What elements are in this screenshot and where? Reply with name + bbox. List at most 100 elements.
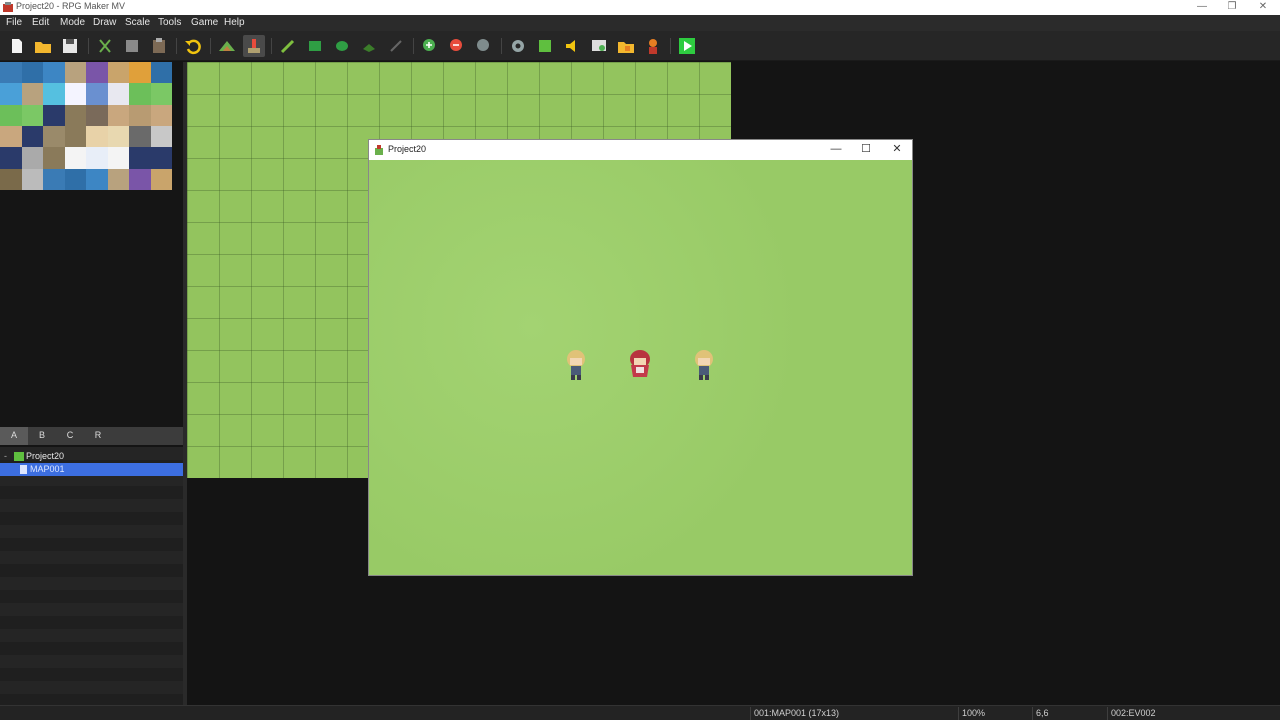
player-sprite[interactable] bbox=[628, 349, 652, 381]
undo-icon[interactable] bbox=[182, 35, 204, 57]
event-mode-icon[interactable] bbox=[243, 35, 265, 57]
tileset-tile[interactable] bbox=[21, 125, 43, 148]
resource-manager-icon[interactable] bbox=[615, 35, 637, 57]
tileset-tile[interactable] bbox=[21, 147, 43, 169]
menu-game[interactable]: Game bbox=[191, 17, 218, 28]
rectangle-icon[interactable] bbox=[304, 35, 326, 57]
tileset-tile[interactable] bbox=[43, 168, 65, 190]
tab-b[interactable]: B bbox=[28, 427, 56, 445]
collapse-icon[interactable]: - bbox=[4, 450, 7, 462]
menu-mode[interactable]: Mode bbox=[60, 17, 85, 28]
npc-sprite-right[interactable] bbox=[692, 349, 716, 381]
menu-draw[interactable]: Draw bbox=[93, 17, 116, 28]
minimize-button[interactable]: — bbox=[1187, 0, 1217, 15]
character-generator-icon[interactable] bbox=[642, 35, 664, 57]
game-viewport[interactable] bbox=[369, 160, 912, 575]
tileset-tile[interactable] bbox=[64, 168, 86, 190]
database-icon[interactable] bbox=[507, 35, 529, 57]
tileset-tile[interactable] bbox=[0, 147, 22, 169]
tileset-tile[interactable] bbox=[129, 125, 151, 148]
tileset-tile[interactable] bbox=[107, 83, 129, 105]
tileset-tile[interactable] bbox=[0, 125, 22, 148]
playtest-maximize-button[interactable]: ☐ bbox=[856, 143, 876, 157]
tileset-tile[interactable] bbox=[150, 83, 172, 105]
tab-c[interactable]: C bbox=[56, 427, 84, 445]
tileset-tile[interactable] bbox=[150, 62, 172, 84]
tileset-tile[interactable] bbox=[0, 83, 22, 105]
tab-r[interactable]: R bbox=[84, 427, 112, 445]
tab-a[interactable]: A bbox=[0, 427, 28, 445]
tileset-tile[interactable] bbox=[107, 168, 129, 190]
zoom-in-icon[interactable] bbox=[419, 35, 441, 57]
tileset-tile[interactable] bbox=[64, 104, 86, 126]
tileset-tile[interactable] bbox=[107, 125, 129, 148]
tileset-tile[interactable] bbox=[107, 62, 129, 84]
tileset-tile[interactable] bbox=[86, 62, 108, 84]
event-searcher-icon[interactable] bbox=[588, 35, 610, 57]
tileset-tile[interactable] bbox=[43, 125, 65, 148]
tileset-tile[interactable] bbox=[129, 168, 151, 190]
new-project-icon[interactable] bbox=[6, 35, 28, 57]
playtest-close-button[interactable]: ✕ bbox=[887, 143, 907, 157]
npc-sprite-left[interactable] bbox=[564, 349, 588, 381]
tree-map-row-map001[interactable]: MAP001 bbox=[0, 463, 183, 476]
menu-edit[interactable]: Edit bbox=[32, 17, 49, 28]
tileset-tile[interactable] bbox=[43, 104, 65, 126]
tileset-tile[interactable] bbox=[43, 62, 65, 84]
menu-scale[interactable]: Scale bbox=[125, 17, 150, 28]
actual-size-icon[interactable] bbox=[473, 35, 495, 57]
ellipse-icon[interactable] bbox=[331, 35, 353, 57]
tileset-tile[interactable] bbox=[86, 104, 108, 126]
zoom-out-icon[interactable] bbox=[446, 35, 468, 57]
save-project-icon[interactable] bbox=[59, 35, 81, 57]
tileset-tile[interactable] bbox=[64, 125, 86, 148]
tileset-tile[interactable] bbox=[0, 168, 22, 190]
tileset-tile[interactable] bbox=[21, 104, 43, 126]
tileset-tile[interactable] bbox=[43, 147, 65, 169]
map-mode-icon[interactable] bbox=[216, 35, 238, 57]
playtest-minimize-button[interactable]: — bbox=[826, 143, 846, 157]
playtest-icon[interactable] bbox=[676, 35, 698, 57]
sound-test-icon[interactable] bbox=[561, 35, 583, 57]
menu-help[interactable]: Help bbox=[224, 17, 245, 28]
tileset-palette[interactable] bbox=[0, 62, 172, 190]
tileset-tile[interactable] bbox=[0, 62, 22, 84]
fill-icon[interactable] bbox=[358, 35, 380, 57]
tileset-tile[interactable] bbox=[21, 62, 43, 84]
tileset-tile[interactable] bbox=[21, 83, 43, 105]
tileset-tile[interactable] bbox=[150, 125, 172, 148]
tileset-tile[interactable] bbox=[43, 83, 65, 105]
menu-file[interactable]: File bbox=[6, 17, 22, 28]
tileset-tile[interactable] bbox=[64, 147, 86, 169]
tileset-tile[interactable] bbox=[129, 83, 151, 105]
restore-button[interactable]: ❐ bbox=[1217, 0, 1247, 15]
tileset-tile[interactable] bbox=[150, 168, 172, 190]
pencil-icon[interactable] bbox=[277, 35, 299, 57]
tileset-tile[interactable] bbox=[150, 147, 172, 169]
menu-tools[interactable]: Tools bbox=[158, 17, 181, 28]
shadow-pen-icon[interactable] bbox=[385, 35, 407, 57]
tileset-tile[interactable] bbox=[0, 104, 22, 126]
tileset-tile[interactable] bbox=[64, 62, 86, 84]
tileset-tile[interactable] bbox=[21, 168, 43, 190]
close-button[interactable]: ✕ bbox=[1248, 0, 1278, 15]
tileset-tile[interactable] bbox=[107, 147, 129, 169]
tileset-tile[interactable] bbox=[86, 168, 108, 190]
tileset-tile[interactable] bbox=[129, 104, 151, 126]
paste-icon[interactable] bbox=[148, 35, 170, 57]
tileset-tile[interactable] bbox=[86, 147, 108, 169]
tileset-tile[interactable] bbox=[64, 83, 86, 105]
tileset-tile[interactable] bbox=[86, 125, 108, 148]
tileset-tile[interactable] bbox=[150, 104, 172, 126]
tree-project-row[interactable]: - Project20 bbox=[0, 450, 183, 463]
copy-icon[interactable] bbox=[121, 35, 143, 57]
open-project-icon[interactable] bbox=[32, 35, 54, 57]
status-event: 002:EV002 bbox=[1111, 708, 1156, 718]
playtest-window: Project20 — ☐ ✕ bbox=[368, 139, 913, 576]
plugin-manager-icon[interactable] bbox=[534, 35, 556, 57]
tileset-tile[interactable] bbox=[129, 62, 151, 84]
tileset-tile[interactable] bbox=[86, 83, 108, 105]
cut-icon[interactable] bbox=[94, 35, 116, 57]
tileset-tile[interactable] bbox=[129, 147, 151, 169]
tileset-tile[interactable] bbox=[107, 104, 129, 126]
